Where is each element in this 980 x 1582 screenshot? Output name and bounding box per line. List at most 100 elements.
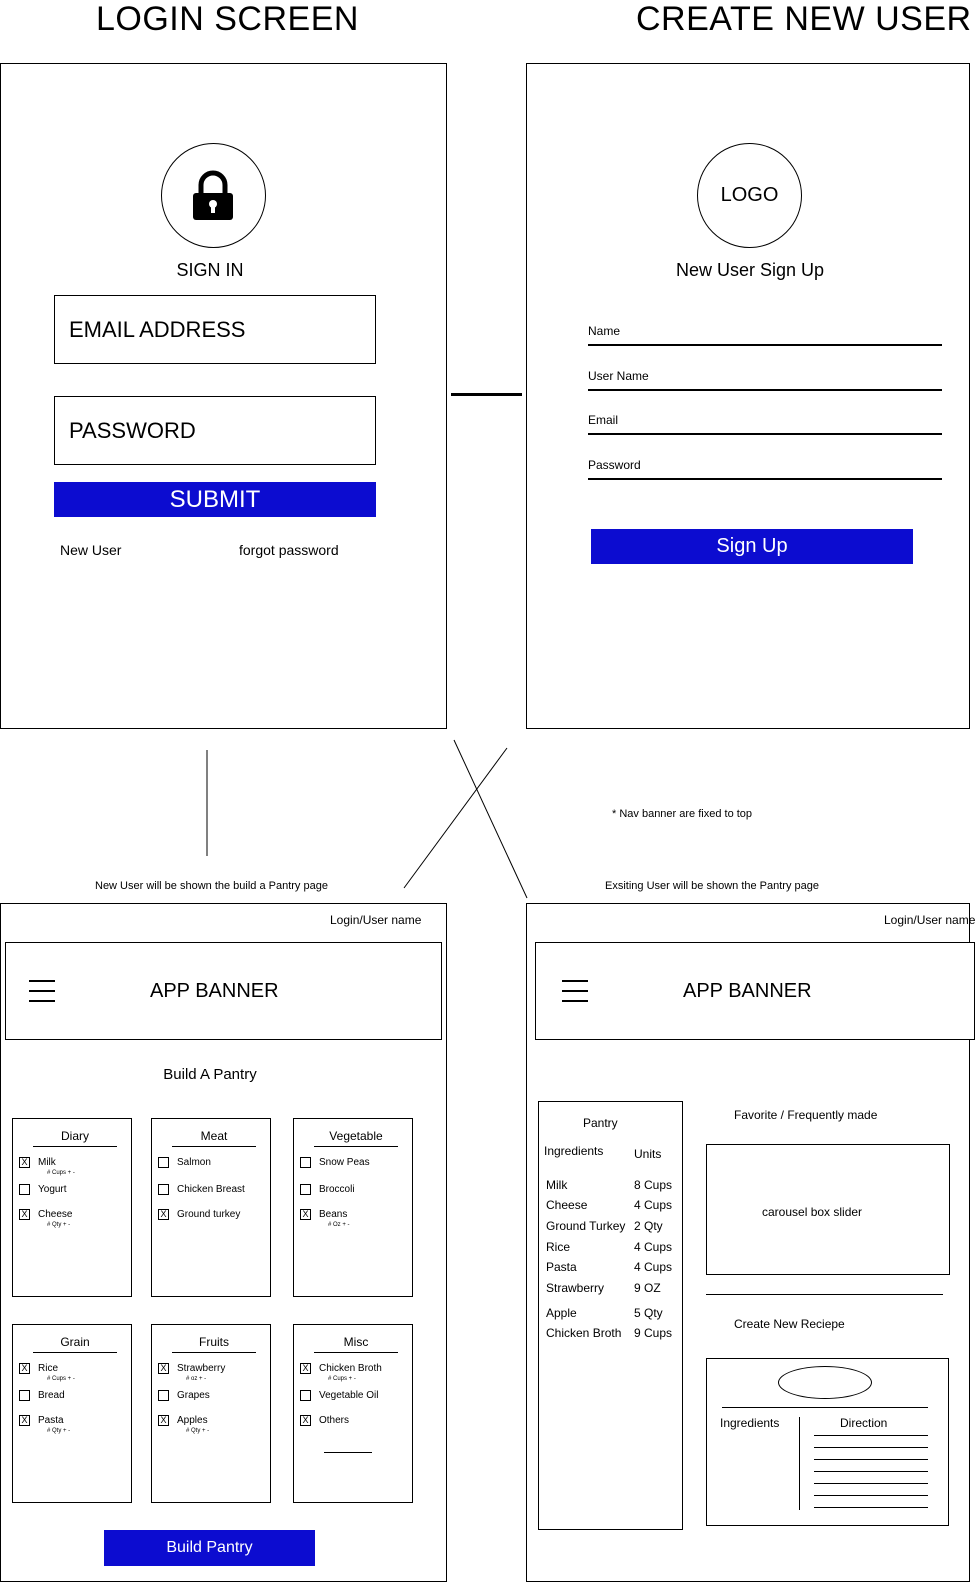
pantry-ingredient-units: 8 Cups [634, 1178, 673, 1192]
carousel-label: carousel box slider [762, 1205, 863, 1219]
item-label: Broccoli [319, 1184, 355, 1195]
item-label: Bread [38, 1390, 65, 1401]
pantry-item: X Milk [19, 1157, 56, 1168]
item-checkbox[interactable] [19, 1184, 30, 1195]
item-label: Grapes [177, 1390, 210, 1401]
item-checkbox[interactable] [300, 1157, 311, 1168]
pantry-item: X Rice [19, 1363, 58, 1374]
password-field[interactable]: PASSWORD [54, 396, 376, 465]
nav-fixed-note: * Nav banner are fixed to top [612, 808, 753, 820]
item-checkbox[interactable] [19, 1390, 30, 1401]
quantity-stepper[interactable]: # Cups + - [47, 1170, 75, 1176]
new-user-heading: New User Sign Up [675, 260, 825, 280]
pantry-item: X Cheese [19, 1209, 72, 1220]
existing-user-note: Exsiting User will be shown the Pantry p… [605, 880, 819, 892]
quantity-stepper[interactable]: # Qty + - [186, 1428, 209, 1434]
direction-line [814, 1483, 928, 1484]
category-title: Diary [33, 1129, 117, 1147]
pantry-ingredient-name: Apple [546, 1306, 577, 1320]
item-checkbox[interactable]: X [300, 1415, 311, 1426]
pantry-item: Grapes [158, 1390, 210, 1401]
new-user-link[interactable]: New User [60, 542, 121, 558]
pantry-item: Bread [19, 1390, 65, 1401]
create-user-title: CREATE NEW USER [636, 0, 972, 38]
item-checkbox[interactable]: X [158, 1363, 169, 1374]
pantry-item: X Apples [158, 1415, 208, 1426]
quantity-stepper[interactable]: # Cups + - [47, 1376, 75, 1382]
pantry-ingredient-name: Pasta [546, 1260, 577, 1274]
pantry-ingredient-name: Strawberry [546, 1281, 605, 1295]
pantry-item: Broccoli [300, 1184, 355, 1195]
pantry-ingredient-units: 5 Qty [634, 1306, 663, 1320]
create-recipe-link[interactable]: Create New Reciepe [734, 1317, 845, 1331]
item-checkbox[interactable]: X [19, 1415, 30, 1426]
pantry-ingredient-units: 9 OZ [634, 1281, 661, 1295]
hamburger-menu-icon[interactable] [562, 980, 588, 1002]
recipe-image-placeholder [778, 1366, 872, 1399]
forgot-password-link[interactable]: forgot password [239, 542, 339, 558]
item-checkbox[interactable]: X [300, 1209, 311, 1220]
item-checkbox[interactable]: X [158, 1415, 169, 1426]
email-field[interactable]: Email [588, 413, 942, 435]
item-checkbox[interactable]: X [300, 1363, 311, 1374]
sign-up-button[interactable]: Sign Up [591, 529, 913, 564]
lock-icon [193, 170, 233, 220]
quantity-stepper[interactable]: # Qty + - [47, 1428, 70, 1434]
category-title: Fruits [172, 1335, 256, 1353]
item-label: Beans [319, 1209, 348, 1220]
item-label: Salmon [177, 1157, 211, 1168]
username-field[interactable]: User Name [588, 369, 942, 391]
login-screen-title: LOGIN SCREEN [96, 0, 359, 38]
item-checkbox[interactable] [158, 1390, 169, 1401]
name-field[interactable]: Name [588, 324, 942, 346]
category-card: Vegetable Snow Peas Broccoli X Beans # Oz + - [293, 1118, 413, 1297]
quantity-stepper[interactable]: # Cups + - [328, 1376, 356, 1382]
email-field[interactable]: EMAIL ADDRESS [54, 295, 376, 364]
item-label: Chicken Breast [177, 1184, 245, 1195]
item-label: Pasta [38, 1415, 64, 1426]
item-checkbox[interactable] [300, 1390, 311, 1401]
item-checkbox[interactable]: X [19, 1209, 30, 1220]
category-card: Misc X Chicken Broth # Cups + - Vegetable Oi… [293, 1324, 413, 1503]
others-input-line[interactable] [324, 1452, 372, 1453]
pantry-col-ingredients: Ingredients [544, 1144, 604, 1158]
pantry-panel-title: Pantry [583, 1116, 618, 1130]
pantry-ingredient-units: 4 Cups [634, 1198, 673, 1212]
category-card: Fruits X Strawberry # oz + - Grapes X Apples # … [151, 1324, 271, 1503]
category-title: Grain [33, 1335, 117, 1353]
category-title: Meat [172, 1129, 256, 1147]
quantity-stepper[interactable]: # Oz + - [328, 1222, 350, 1228]
pantry-ingredient-name: Cheese [546, 1198, 588, 1212]
item-checkbox[interactable] [158, 1157, 169, 1168]
login-user-link[interactable]: Login/User name [884, 913, 975, 927]
item-checkbox[interactable]: X [19, 1157, 30, 1168]
pantry-item: Salmon [158, 1157, 211, 1168]
flow-connector [451, 393, 522, 396]
item-checkbox[interactable] [158, 1184, 169, 1195]
item-checkbox[interactable] [300, 1184, 311, 1195]
item-label: Ground turkey [177, 1209, 241, 1220]
quantity-stepper[interactable]: # Qty + - [47, 1222, 70, 1228]
item-label: Apples [177, 1415, 208, 1426]
sign-in-heading: SIGN IN [176, 260, 244, 280]
recipe-column-divider [799, 1417, 800, 1510]
build-pantry-button[interactable]: Build Pantry [104, 1530, 315, 1566]
submit-button[interactable]: SUBMIT [54, 482, 376, 517]
pantry-ingredient-units: 2 Qty [634, 1219, 663, 1233]
item-checkbox[interactable]: X [19, 1363, 30, 1374]
password-field[interactable]: Password [588, 458, 942, 480]
quantity-stepper[interactable]: # oz + - [186, 1376, 206, 1382]
item-label: Chicken Broth [319, 1363, 382, 1374]
direction-line [814, 1435, 928, 1436]
item-label: Cheese [38, 1209, 73, 1220]
pantry-item: X Ground turkey [158, 1209, 240, 1220]
hamburger-menu-icon[interactable] [29, 980, 55, 1002]
login-user-link[interactable]: Login/User name [330, 913, 421, 927]
category-card: Grain X Rice # Cups + - Bread X Pasta # Qty + - [12, 1324, 132, 1503]
direction-line [814, 1447, 928, 1448]
item-checkbox[interactable]: X [158, 1209, 169, 1220]
pantry-item: X Strawberry [158, 1363, 225, 1374]
direction-line [814, 1507, 928, 1508]
item-label: Yogurt [38, 1184, 67, 1195]
pantry-item: Yogurt [19, 1184, 67, 1195]
